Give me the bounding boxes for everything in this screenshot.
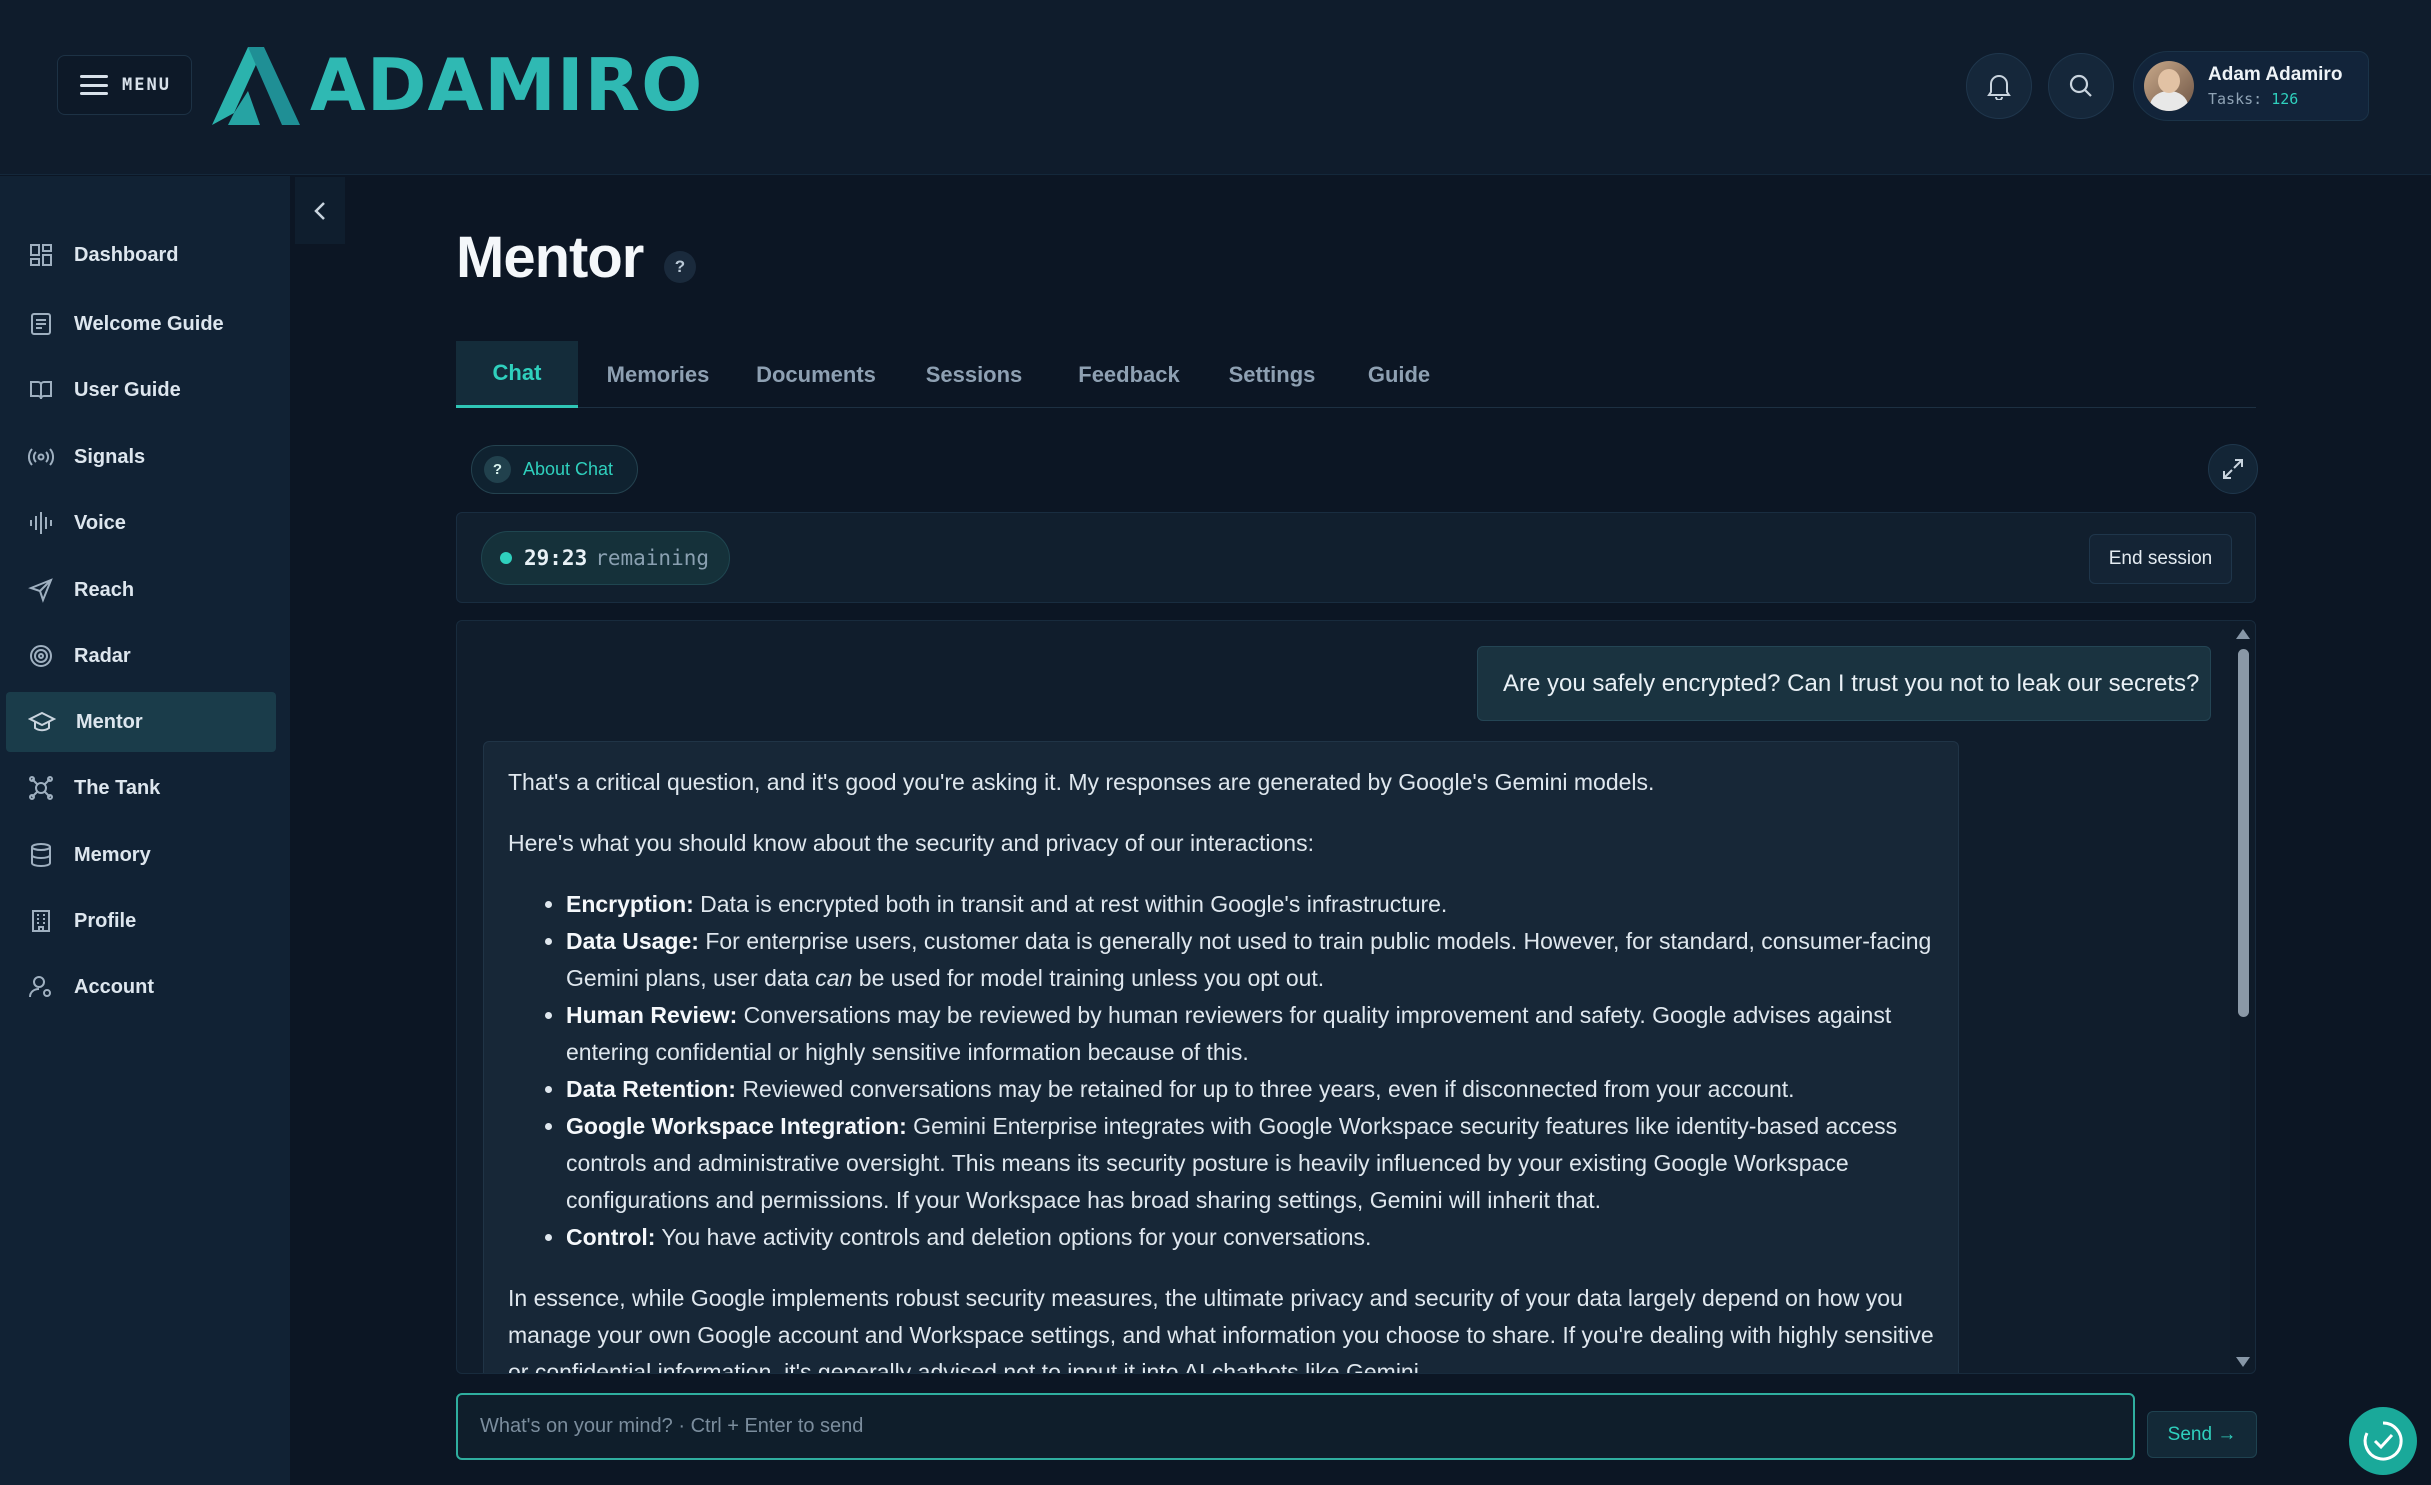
radar-icon bbox=[30, 645, 52, 667]
database-icon bbox=[31, 843, 51, 868]
sidebar-item-profile[interactable]: Profile bbox=[6, 891, 276, 951]
avatar bbox=[2144, 61, 2194, 111]
logo-text: ADAMIRO bbox=[310, 43, 704, 127]
sidebar-item-label: Profile bbox=[74, 909, 137, 932]
notifications-button[interactable] bbox=[1966, 53, 2032, 119]
sidebar-item-reach[interactable]: Reach bbox=[6, 560, 276, 620]
session-timer: 29:23 remaining bbox=[481, 531, 730, 585]
chat-window[interactable]: Are you safely encrypted? Can I trust yo… bbox=[456, 620, 2256, 1374]
about-chat-label: About Chat bbox=[523, 459, 614, 479]
building-icon bbox=[32, 910, 50, 932]
dashboard-icon bbox=[30, 244, 52, 266]
sidebar-item-memory[interactable]: Memory bbox=[6, 825, 276, 885]
list-item: Human Review: Conversations may be revie… bbox=[566, 997, 1934, 1071]
user-gear-icon bbox=[29, 976, 51, 998]
logo[interactable]: ADAMIRO bbox=[208, 40, 703, 130]
list-item: Control: You have activity controls and … bbox=[566, 1219, 1934, 1256]
sidebar-item-the-tank[interactable]: The Tank bbox=[6, 758, 276, 818]
user-name: Adam Adamiro bbox=[2208, 64, 2343, 85]
assistant-fab[interactable] bbox=[2349, 1407, 2417, 1475]
sidebar-item-label: Welcome Guide bbox=[74, 312, 224, 335]
sidebar-item-label: Memory bbox=[74, 843, 151, 866]
scroll-up-icon[interactable] bbox=[2236, 629, 2250, 639]
assistant-summary: In essence, while Google implements robu… bbox=[508, 1285, 1934, 1374]
sidebar-item-radar[interactable]: Radar bbox=[6, 626, 276, 686]
tab-settings[interactable]: Settings bbox=[1204, 341, 1340, 408]
sidebar-item-user-guide[interactable]: User Guide bbox=[6, 360, 276, 420]
message-input[interactable] bbox=[456, 1393, 2135, 1460]
bell-icon bbox=[1987, 75, 2011, 100]
tab-chat[interactable]: Chat bbox=[456, 341, 578, 408]
list-item: Encryption: Data is encrypted both in tr… bbox=[566, 886, 1934, 923]
sidebar-item-label: Mentor bbox=[76, 710, 143, 733]
sidebar-item-label: Signals bbox=[74, 445, 146, 468]
sidebar-item-label: Account bbox=[74, 975, 154, 998]
signal-icon bbox=[28, 448, 54, 466]
top-header: MENU ADAMIRO Adam Adamiro Tasks: 126 bbox=[0, 0, 2431, 175]
timer-label: remaining bbox=[595, 546, 710, 570]
user-menu[interactable]: Adam Adamiro Tasks: 126 bbox=[2133, 51, 2369, 121]
sidebar-item-mentor[interactable]: Mentor bbox=[6, 692, 276, 752]
check-badge-icon bbox=[2363, 1421, 2403, 1461]
sidebar-item-account[interactable]: Account bbox=[6, 957, 276, 1017]
search-icon bbox=[2069, 74, 2092, 97]
sidebar-item-dashboard[interactable]: Dashboard bbox=[6, 225, 276, 285]
document-icon bbox=[31, 313, 51, 335]
expand-icon bbox=[2223, 459, 2243, 479]
user-tasks: Tasks: 126 bbox=[2208, 90, 2299, 108]
chat-scrollbar[interactable] bbox=[2230, 621, 2255, 1373]
timer-value: 29:23 bbox=[524, 546, 588, 570]
page-help-button[interactable]: ? bbox=[664, 251, 696, 283]
tab-guide[interactable]: Guide bbox=[1340, 341, 1458, 408]
hamburger-icon bbox=[80, 75, 108, 95]
sidebar-item-label: The Tank bbox=[74, 776, 161, 799]
menu-button[interactable]: MENU bbox=[57, 55, 192, 115]
tab-bar: Chat Memories Documents Sessions Feedbac… bbox=[456, 341, 2256, 408]
task-count: 126 bbox=[2271, 90, 2299, 108]
sidebar-item-label: Voice bbox=[74, 511, 126, 534]
logo-mark-icon bbox=[212, 47, 300, 125]
sidebar-item-welcome-guide[interactable]: Welcome Guide bbox=[6, 294, 276, 354]
menu-label: MENU bbox=[122, 75, 171, 95]
about-chat-button[interactable]: ? About Chat bbox=[471, 445, 638, 494]
sidebar-item-signals[interactable]: Signals bbox=[6, 427, 276, 487]
page-title: Mentor bbox=[456, 225, 644, 290]
assistant-points: Encryption: Data is encrypted both in tr… bbox=[566, 886, 1934, 1256]
end-session-button[interactable]: End session bbox=[2089, 534, 2232, 584]
sidebar-item-voice[interactable]: Voice bbox=[6, 493, 276, 553]
assistant-message: That's a critical question, and it's goo… bbox=[483, 741, 1959, 1374]
book-icon bbox=[30, 381, 52, 400]
chevron-left-icon bbox=[314, 201, 325, 220]
scroll-down-icon[interactable] bbox=[2236, 1357, 2250, 1367]
waveform-icon bbox=[30, 512, 52, 534]
assistant-intro: That's a critical question, and it's goo… bbox=[508, 769, 1655, 795]
sidebar-item-label: Reach bbox=[74, 578, 135, 601]
search-button[interactable] bbox=[2048, 53, 2114, 119]
assistant-lead: Here's what you should know about the se… bbox=[508, 830, 1314, 856]
tab-documents[interactable]: Documents bbox=[738, 341, 894, 408]
question-icon: ? bbox=[484, 456, 511, 483]
sidebar-item-label: Dashboard bbox=[74, 243, 179, 266]
collapse-sidebar-button[interactable] bbox=[295, 177, 345, 244]
status-dot bbox=[500, 552, 512, 564]
tab-memories[interactable]: Memories bbox=[578, 341, 738, 408]
expand-button[interactable] bbox=[2208, 444, 2258, 494]
sidebar-item-label: User Guide bbox=[74, 378, 181, 401]
send-button[interactable]: Send → bbox=[2147, 1411, 2257, 1458]
list-item: Data Usage: For enterprise users, custom… bbox=[566, 923, 1934, 997]
list-item: Google Workspace Integration: Gemini Ent… bbox=[566, 1108, 1934, 1219]
scroll-thumb[interactable] bbox=[2238, 649, 2249, 1017]
user-message: Are you safely encrypted? Can I trust yo… bbox=[1477, 646, 2211, 721]
tank-icon bbox=[29, 776, 53, 800]
tab-feedback[interactable]: Feedback bbox=[1054, 341, 1204, 408]
list-item: Data Retention: Reviewed conversations m… bbox=[566, 1071, 1934, 1108]
sidebar-item-label: Radar bbox=[74, 644, 131, 667]
tab-sessions[interactable]: Sessions bbox=[894, 341, 1054, 408]
session-bar: 29:23 remaining End session bbox=[456, 512, 2256, 603]
graduation-cap-icon bbox=[28, 711, 56, 732]
send-icon bbox=[28, 578, 53, 603]
